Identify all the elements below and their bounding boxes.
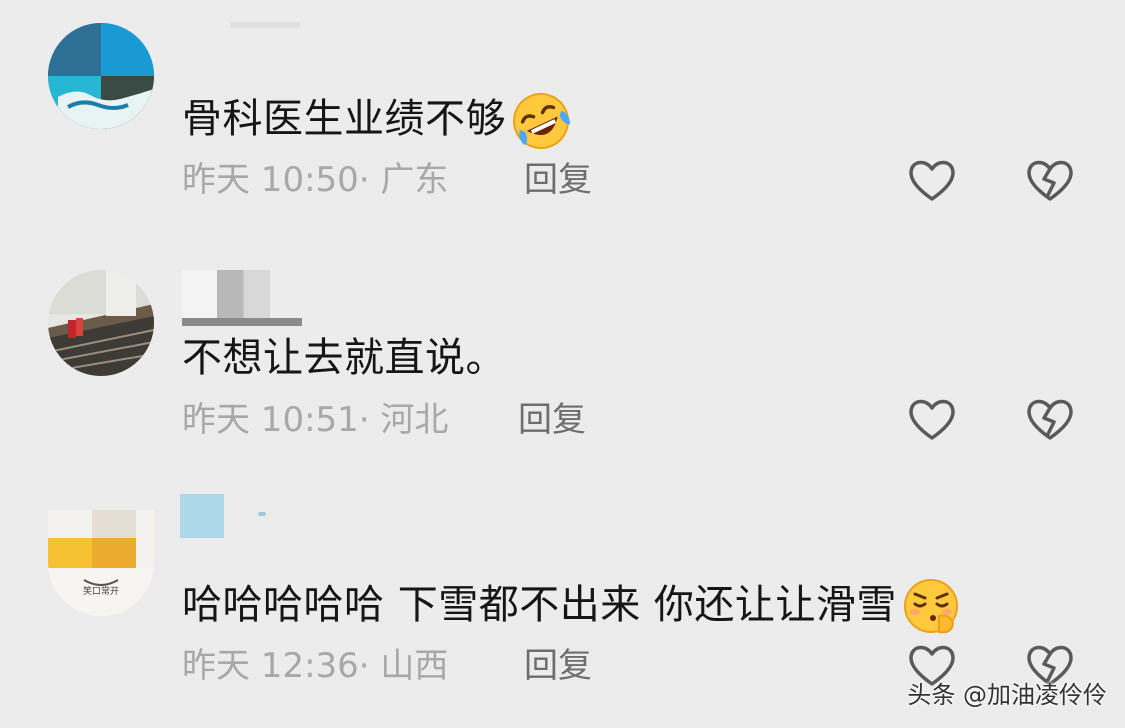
comment-text-1: 骨科医生业绩不够 [182,90,572,152]
comment-meta-2: 昨天 10:51· 河北 [182,400,449,440]
reply-button-1[interactable]: 回复 [524,160,592,200]
broken-heart-outline-icon[interactable] [1024,396,1076,442]
avatar-image-1 [48,23,154,129]
comment-text-2: 不想让去就直说。 [182,333,506,383]
comment-text-content: 骨科医生业绩不够 [182,96,506,142]
user-avatar-3[interactable]: 笑口常开 [48,510,154,616]
reply-button-2[interactable]: 回复 [518,400,586,440]
avatar-image-2 [48,270,154,376]
source-watermark: 头条 @加油凌伶伶 [907,681,1107,709]
broken-heart-outline-icon[interactable] [1024,157,1076,203]
username-dot-3 [258,512,266,516]
avatar-image-3: 笑口常开 [48,510,154,616]
comment-meta-1: 昨天 10:50· 广东 [182,160,449,200]
user-avatar-1[interactable] [48,23,154,129]
user-avatar-2[interactable] [48,270,154,376]
comment-text-content: 不想让去就直说。 [182,335,506,381]
username-blurred-1[interactable] [230,22,300,28]
username-underline-2 [182,318,302,326]
rofl-emoji-icon [513,93,570,149]
comment-text-content: 哈哈哈哈哈 下雪都不出来 你还让让滑雪 [182,582,897,628]
heart-outline-icon[interactable] [906,396,958,442]
heart-outline-icon[interactable] [906,157,958,203]
reply-button-3[interactable]: 回复 [524,646,592,686]
comment-text-3: 哈哈哈哈哈 下雪都不出来 你还让让滑雪 [182,576,963,638]
pensive-shush-emoji-icon [903,579,958,634]
comment-meta-3: 昨天 12:36· 山西 [182,646,449,686]
avatar-badge-text: 笑口常开 [83,585,119,597]
username-blurred-3[interactable] [180,494,224,538]
